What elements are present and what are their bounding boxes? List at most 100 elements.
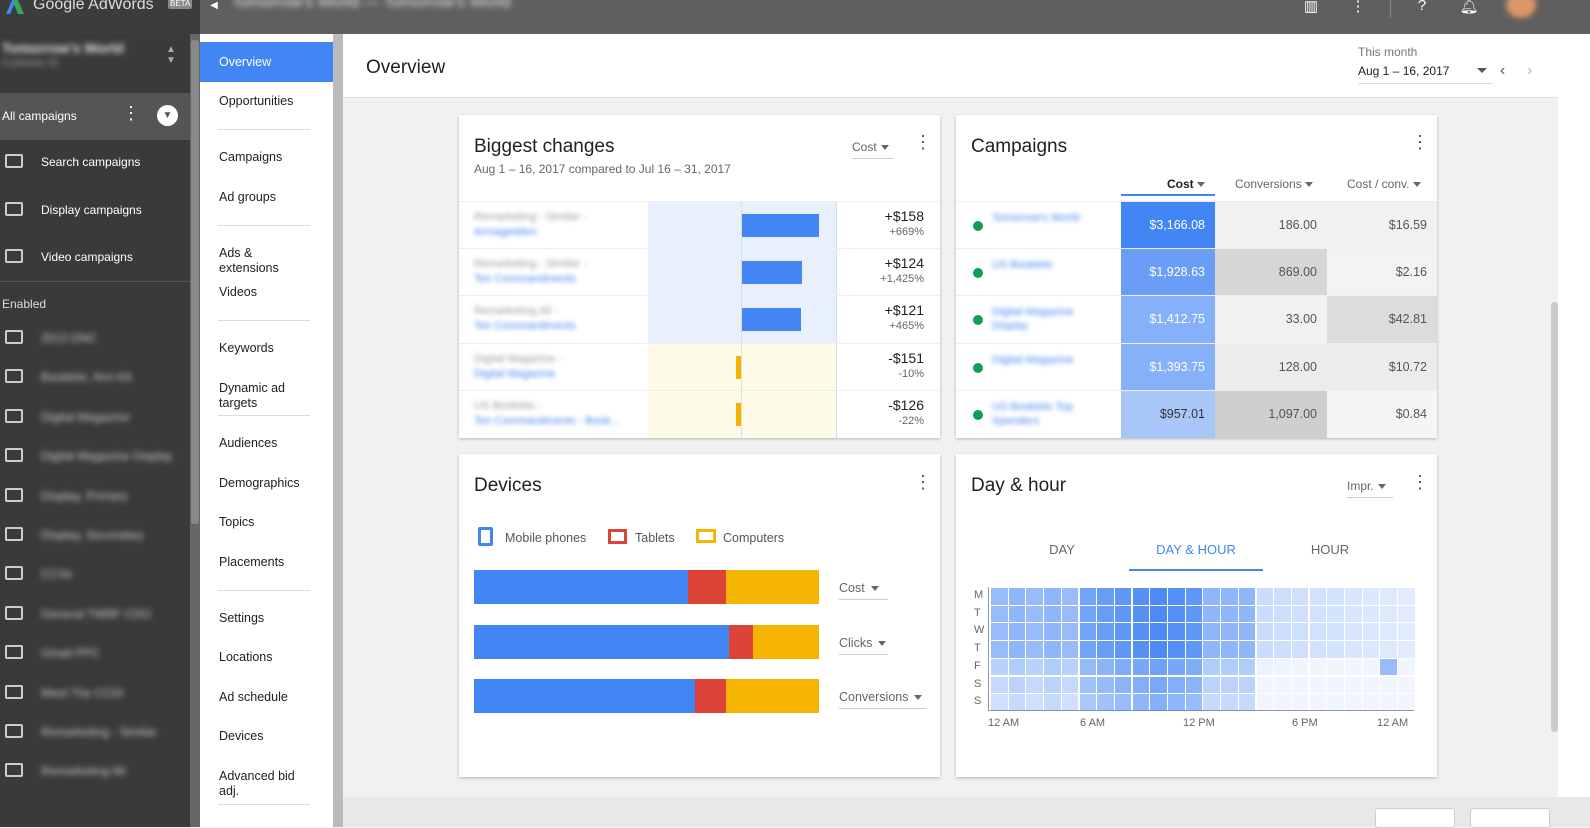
- heatmap-cell[interactable]: [991, 676, 1008, 693]
- heatmap-cell[interactable]: [1362, 658, 1380, 676]
- heatmap-cell[interactable]: [1079, 605, 1096, 623]
- biggest-change-row[interactable]: US Booklets - Ten Commandments - Book... -…: [459, 389, 940, 438]
- sidebar-item-search-campaigns[interactable]: Search campaigns: [0, 142, 190, 182]
- campaign-row[interactable]: Digital Magazine $1,393.75 128.00 $10.72: [956, 342, 1437, 391]
- page-menu-item-devices[interactable]: Devices: [200, 729, 333, 744]
- heatmap-cell[interactable]: [1291, 623, 1309, 640]
- heatmap-cell[interactable]: [1114, 623, 1132, 640]
- campaign-name[interactable]: US Booklets Top Spenders: [992, 400, 1112, 428]
- page-menu-item-ads-extensions[interactable]: Ads & extensions: [200, 246, 310, 276]
- heatmap-cell[interactable]: [1309, 623, 1327, 640]
- heatmap-cell[interactable]: [1026, 694, 1043, 711]
- sidebar-campaign-item[interactable]: Remarketing All: [0, 753, 190, 791]
- heatmap-cell[interactable]: [1203, 658, 1220, 676]
- heatmap-cell[interactable]: [1345, 588, 1362, 605]
- sidebar-campaign-item[interactable]: Remarketing - Similar: [0, 714, 190, 752]
- biggest-change-row[interactable]: Digital Magazine - Digital Magazine -$151-…: [459, 342, 940, 391]
- heatmap-cell[interactable]: [1327, 588, 1344, 605]
- sidebar-campaign-item[interactable]: Booklets, Ann Kit: [0, 359, 190, 397]
- heatmap-cell[interactable]: [991, 605, 1008, 623]
- biggest-change-row[interactable]: Remarketing - Similar - Ten Commandments +…: [459, 248, 940, 297]
- campaign-row[interactable]: Tomorrow's World $3,166.08 186.00 $16.59: [956, 201, 1437, 249]
- heatmap-cell[interactable]: [1238, 694, 1256, 711]
- sidebar-campaign-item[interactable]: Digital Magazine Display: [0, 438, 190, 476]
- heatmap-cell[interactable]: [1061, 641, 1079, 658]
- heatmap-cell[interactable]: [1097, 676, 1114, 693]
- biggest-change-row[interactable]: Remarketing All - Ten Commandments +$121 +4…: [459, 295, 940, 344]
- heatmap-cell[interactable]: [1097, 641, 1114, 658]
- heatmap-cell[interactable]: [1238, 623, 1256, 640]
- heatmap-cell[interactable]: [1026, 641, 1043, 658]
- sidebar-campaign-item[interactable]: Meet The CCDi: [0, 675, 190, 713]
- sidebar-scrollbar-thumb[interactable]: [191, 40, 199, 524]
- heatmap-cell[interactable]: [1079, 694, 1096, 711]
- tab-day-hour[interactable]: DAY & HOUR: [1129, 542, 1263, 557]
- heatmap-cell[interactable]: [1150, 658, 1167, 676]
- heatmap-cell[interactable]: [1079, 623, 1096, 640]
- heatmap-cell[interactable]: [1044, 623, 1061, 640]
- heatmap-cell[interactable]: [1309, 641, 1327, 658]
- device-metric-dropdown[interactable]: Clicks: [839, 636, 888, 655]
- heatmap-cell[interactable]: [1150, 694, 1167, 711]
- account-switch-icon[interactable]: ▲ ▼: [166, 44, 176, 66]
- heatmap-cell[interactable]: [1008, 676, 1026, 693]
- heatmap-cell[interactable]: [1238, 605, 1256, 623]
- heatmap-cell[interactable]: [1185, 676, 1203, 693]
- campaign-row[interactable]: US Booklets Top Spenders $957.01 1,097.00 $…: [956, 389, 1437, 438]
- day-hour-metric-dropdown[interactable]: Impr.: [1347, 479, 1393, 498]
- next-period-icon[interactable]: ›: [1527, 62, 1532, 80]
- heatmap-cell[interactable]: [1256, 676, 1273, 693]
- sidebar-campaign-item[interactable]: Gmail PPC: [0, 635, 190, 673]
- conversions-column-header[interactable]: Conversions: [1235, 177, 1314, 191]
- heatmap-cell[interactable]: [1221, 588, 1238, 605]
- heatmap-cell[interactable]: [1114, 641, 1132, 658]
- device-metric-dropdown[interactable]: Conversions: [839, 690, 926, 709]
- heatmap-cell[interactable]: [991, 623, 1008, 640]
- heatmap-cell[interactable]: [1362, 694, 1380, 711]
- heatmap-cell[interactable]: [1168, 676, 1185, 693]
- heatmap-cell[interactable]: [1114, 605, 1132, 623]
- heatmap-cell[interactable]: [1238, 588, 1256, 605]
- day-hour-more-icon[interactable]: ⋮: [1411, 473, 1429, 491]
- heatmap-cell[interactable]: [1398, 641, 1415, 658]
- page-menu-item-topics[interactable]: Topics: [200, 515, 333, 530]
- heatmap-cell[interactable]: [1380, 676, 1397, 693]
- campaign-name[interactable]: US Booklets: [992, 258, 1112, 272]
- device-metric-dropdown[interactable]: Cost: [839, 581, 888, 600]
- sidebar-campaign-item[interactable]: General TWBF CDO: [0, 596, 190, 634]
- more-icon[interactable]: ⋮: [1348, 0, 1368, 15]
- tab-hour[interactable]: HOUR: [1263, 542, 1397, 557]
- heatmap-cell[interactable]: [1291, 641, 1309, 658]
- heatmap-cell[interactable]: [1221, 623, 1238, 640]
- heatmap-cell[interactable]: [1362, 588, 1380, 605]
- heatmap-cell[interactable]: [1380, 658, 1397, 676]
- page-menu-item-demographics[interactable]: Demographics: [200, 476, 333, 491]
- heatmap-cell[interactable]: [1168, 694, 1185, 711]
- heatmap-cell[interactable]: [1150, 588, 1167, 605]
- heatmap-cell[interactable]: [1079, 676, 1096, 693]
- heatmap-cell[interactable]: [991, 694, 1008, 711]
- heatmap-cell[interactable]: [1362, 676, 1380, 693]
- heatmap-cell[interactable]: [1026, 588, 1043, 605]
- heatmap-cell[interactable]: [1061, 694, 1079, 711]
- sidebar-item-display-campaigns[interactable]: Display campaigns: [0, 190, 190, 230]
- heatmap-cell[interactable]: [1345, 658, 1362, 676]
- page-menu-item-dynamic-ad-targets[interactable]: Dynamic ad targets: [200, 381, 310, 411]
- heatmap-cell[interactable]: [1380, 641, 1397, 658]
- heatmap-cell[interactable]: [1114, 694, 1132, 711]
- heatmap-cell[interactable]: [1185, 641, 1203, 658]
- heatmap-cell[interactable]: [1203, 676, 1220, 693]
- heatmap-cell[interactable]: [1380, 588, 1397, 605]
- heatmap-cell[interactable]: [1185, 694, 1203, 711]
- page-menu-item-opportunities[interactable]: Opportunities: [200, 94, 333, 109]
- previous-period-icon[interactable]: ‹: [1500, 62, 1505, 80]
- help-icon[interactable]: ?: [1412, 0, 1432, 14]
- heatmap-cell[interactable]: [1061, 623, 1079, 640]
- heatmap-cell[interactable]: [1291, 605, 1309, 623]
- heatmap-cell[interactable]: [1345, 676, 1362, 693]
- sidebar-campaign-item[interactable]: 2013 DNC: [0, 320, 190, 358]
- sidebar-campaign-item[interactable]: Digital Magazine: [0, 399, 190, 437]
- heatmap-cell[interactable]: [1097, 623, 1114, 640]
- heatmap-cell[interactable]: [1291, 676, 1309, 693]
- heatmap-cell[interactable]: [1256, 694, 1273, 711]
